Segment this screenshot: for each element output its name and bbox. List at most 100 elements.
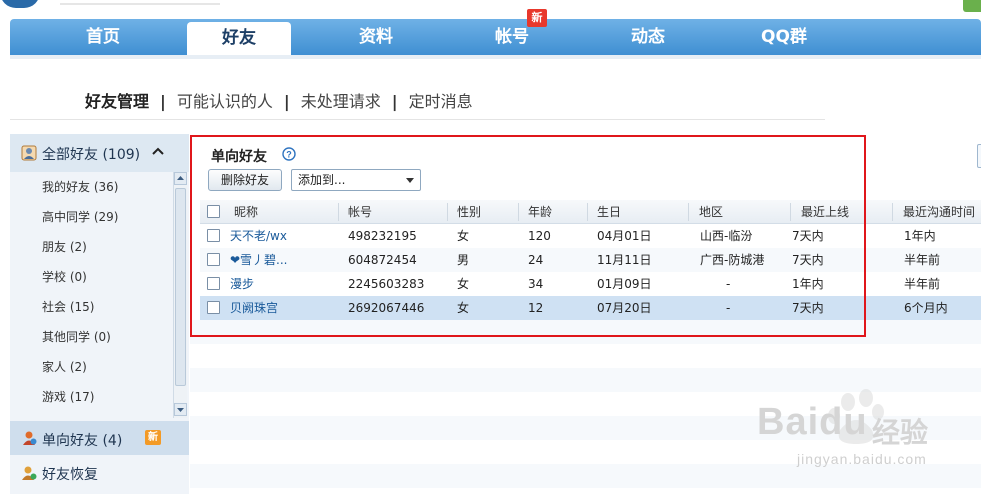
table-row[interactable]: 漫步 2245603283 女 34 01月09日 - 1年内 半年前 [200,272,981,296]
table-row-selected[interactable]: 贝阙珠宫 2692067446 女 12 07月20日 - 7天内 6个月内 [200,296,981,320]
column-header: 最近上线 [801,205,850,219]
tab-account-label: 帐号 [495,27,529,47]
column-header: 生日 [597,205,622,219]
chevron-up-icon[interactable] [152,146,164,156]
watermark-jingyan: 经验 [872,416,929,449]
region-cell: 广西-防城港 [700,253,765,267]
subnav-pending-requests[interactable]: 未处理请求 [301,88,381,112]
delete-friend-button[interactable]: 删除好友 [208,169,282,191]
dropdown-arrow-icon [406,178,414,183]
row-checkbox[interactable] [207,301,220,314]
last-online-cell: 1年内 [792,277,824,291]
top-right-button-fragment[interactable] [963,0,981,12]
arrow-down-icon [177,408,184,412]
column-header: 地区 [699,205,724,219]
nickname-link[interactable]: ❤雪丿碧... [230,248,288,272]
group-scrollbar[interactable] [173,172,187,418]
subnav-divider [10,119,825,120]
column-header: 性别 [457,205,482,219]
column-header: 昵称 [234,205,259,219]
tab-feed[interactable]: 动态 [595,19,701,55]
add-to-select[interactable]: 添加到... [291,169,421,191]
table-row[interactable]: 天不老/wx 498232195 女 120 04月01日 山西-临汾 7天内 … [200,224,981,248]
row-checkbox[interactable] [207,253,220,266]
birthday-cell: 01月09日 [597,277,652,291]
group-item[interactable]: 学校 (0) [42,268,87,285]
scroll-thumb[interactable] [175,188,186,386]
group-item[interactable]: 游戏 (17) [42,388,94,405]
group-item[interactable]: 社会 (15) [42,298,94,315]
last-online-cell: 7天内 [792,253,824,267]
group-item[interactable]: 高中同学 (29) [42,208,118,225]
column-divider [587,203,588,221]
scroll-up-button[interactable] [174,172,187,185]
help-icon[interactable]: ? [282,147,296,161]
watermark-url: jingyan.baidu.com [797,451,927,467]
account-cell: 604872454 [348,253,417,267]
column-header: 最近沟通时间 [903,205,976,219]
column-divider [892,203,893,221]
gender-cell: 男 [457,253,470,267]
tab-qq-group[interactable]: QQ群 [731,19,837,55]
table-row[interactable]: ❤雪丿碧... 604872454 男 24 11月11日 广西-防城港 7天内… [200,248,981,272]
tab-friends[interactable]: 好友 [187,22,291,56]
row-checkbox[interactable] [207,229,220,242]
friend-sidebar: 全部好友 (109) 我的好友 (36) 高中同学 (29) 朋友 (2) 学校… [10,134,189,494]
friend-recovery-icon [22,466,37,480]
group-item[interactable]: 家人 (2) [42,358,87,375]
column-header: 帐号 [348,205,373,219]
subnav-separator: | [283,92,290,111]
region-cell: - [726,301,731,315]
column-divider [790,203,791,221]
last-online-cell: 7天内 [792,229,824,243]
subnav-scheduled-messages[interactable]: 定时消息 [409,88,473,112]
last-contact-cell: 1年内 [904,229,936,243]
subnav-friend-manage[interactable]: 好友管理 [85,88,149,112]
group-item[interactable]: 我的好友 (36) [42,178,118,195]
subnav-separator: | [160,92,166,111]
collapsed-side-tab[interactable] [977,144,981,168]
birthday-cell: 11月11日 [597,253,652,267]
row-checkbox[interactable] [207,277,220,290]
gender-cell: 女 [457,229,470,243]
arrow-up-icon [177,176,184,180]
sidebar-label-one-way: 单向好友 (4) [42,433,123,449]
column-divider [338,203,339,221]
birthday-cell: 04月01日 [597,229,652,243]
scroll-down-button[interactable] [174,403,187,416]
one-way-friend-icon [23,431,37,445]
nickname-link[interactable]: 天不老/wx [230,224,287,248]
age-cell: 12 [528,301,544,315]
account-cell: 498232195 [348,229,417,243]
nickname-link[interactable]: 贝阙珠宫 [230,296,278,320]
empty-row [190,344,981,368]
main-navbar: 首页 好友 资料 帐号 新 动态 QQ群 [10,9,981,56]
nickname-link[interactable]: 漫步 [230,272,254,296]
tab-profile[interactable]: 资料 [323,19,429,55]
column-divider [447,203,448,221]
group-item[interactable]: 其他同学 (0) [42,328,111,345]
friends-icon [21,145,37,161]
select-all-checkbox[interactable] [207,205,220,218]
gender-cell: 女 [457,301,470,315]
last-contact-cell: 6个月内 [904,301,948,315]
svg-text:?: ? [286,150,292,160]
account-cell: 2692067446 [348,301,425,315]
birthday-cell: 07月20日 [597,301,652,315]
tab-home[interactable]: 首页 [50,19,156,55]
last-online-cell: 7天内 [792,301,824,315]
group-item[interactable]: 朋友 (2) [42,238,87,255]
subnav-may-know[interactable]: 可能认识的人 [177,88,273,112]
new-badge: 新 [527,9,547,27]
region-cell: - [726,277,731,291]
sidebar-item-all-friends[interactable]: 全部好友 (109) [10,134,189,172]
sidebar-label-all-friends: 全部好友 (109) [42,147,141,163]
section-title: 单向好友 [211,149,267,165]
sidebar-item-friend-recovery[interactable]: 好友恢复 [10,456,189,490]
new-badge: 新 [145,430,161,445]
age-cell: 120 [528,229,551,243]
column-header: 年龄 [528,205,553,219]
column-divider [518,203,519,221]
sidebar-item-one-way-friends[interactable]: 单向好友 (4) 新 [10,421,189,455]
tab-account[interactable]: 帐号 新 [459,9,565,55]
